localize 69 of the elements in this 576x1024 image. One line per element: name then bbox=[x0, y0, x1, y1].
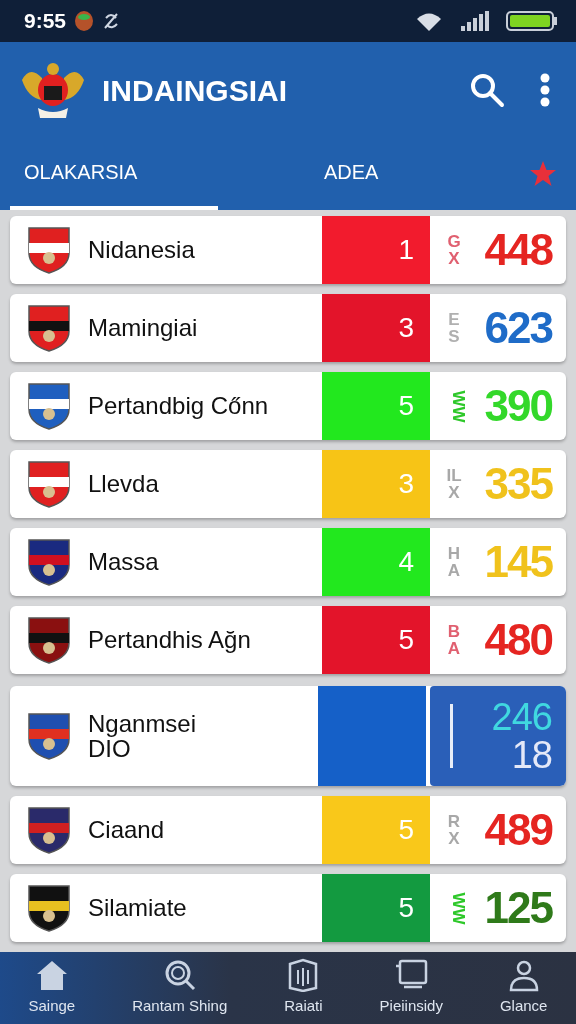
team-row[interactable]: Nganmsei DIO 246 18 bbox=[10, 686, 566, 786]
score: 145 bbox=[484, 540, 552, 584]
clock: 9:55 bbox=[24, 8, 67, 35]
letter-code: H A bbox=[446, 545, 462, 579]
nav-tab[interactable]: Rantam Shing bbox=[128, 956, 232, 1020]
tab[interactable]: OLAKARSIA bbox=[10, 138, 218, 210]
score: 480 bbox=[484, 618, 552, 662]
tab[interactable]: ADEA bbox=[310, 138, 510, 210]
rank-badge: 5 bbox=[322, 606, 430, 674]
score: 448 bbox=[484, 228, 552, 272]
team-name: Pertandbig Cőnn bbox=[88, 393, 269, 419]
crest-icon bbox=[26, 225, 72, 275]
letter-code: WW bbox=[449, 389, 467, 423]
crest-icon bbox=[26, 303, 72, 353]
rank-badge: 1 bbox=[322, 216, 430, 284]
score: 246 bbox=[491, 698, 552, 736]
rank-badge: 5 bbox=[322, 372, 430, 440]
team-row[interactable]: Massa 4 H A 145 bbox=[10, 528, 566, 596]
crest-icon bbox=[26, 381, 72, 431]
letter-code: G X bbox=[446, 233, 462, 267]
score: 390 bbox=[484, 384, 552, 428]
letter-code: B A bbox=[446, 623, 462, 657]
emblem-icon bbox=[20, 60, 86, 120]
team-row[interactable]: Ciaand 5 R X 489 bbox=[10, 796, 566, 864]
team-name: Mamingiai bbox=[88, 315, 198, 341]
score: 125 bbox=[484, 886, 552, 930]
rank-badge: 4 bbox=[322, 528, 430, 596]
letter-code: IL X bbox=[445, 467, 463, 501]
nav-tab[interactable]: Pieiinsidy bbox=[375, 956, 447, 1020]
team-name: Ciaand bbox=[88, 817, 165, 843]
rank-badge: 3 bbox=[322, 450, 430, 518]
score: 489 bbox=[484, 808, 552, 852]
team-name: Pertandhis Ağn bbox=[88, 627, 251, 653]
team-row[interactable]: Llevda 3 IL X 335 bbox=[10, 450, 566, 518]
team-name: Silamiate bbox=[88, 895, 187, 921]
letter-code: E S bbox=[447, 311, 461, 345]
signal-icon bbox=[460, 10, 490, 32]
crest-icon bbox=[26, 459, 72, 509]
team-row[interactable]: Pertandhis Ağn 5 B A 480 bbox=[10, 606, 566, 674]
nav-tab[interactable]: Glance bbox=[495, 956, 552, 1020]
rank-badge: 5 bbox=[322, 874, 430, 942]
crest-icon bbox=[26, 883, 72, 933]
rank-badge: 3 bbox=[322, 294, 430, 362]
team-row[interactable]: Mamingiai 3 E S 623 bbox=[10, 294, 566, 362]
team-name: Nganmsei DIO bbox=[88, 710, 197, 762]
team-row[interactable]: Pertandbig Cőnn 5 WW 390 bbox=[10, 372, 566, 440]
nav-tab[interactable]: Sainge bbox=[24, 956, 80, 1020]
score: 623 bbox=[484, 306, 552, 350]
battery-icon bbox=[506, 10, 558, 32]
team-row[interactable]: Silamiate 5 WW 125 bbox=[10, 874, 566, 942]
rank-badge: 5 bbox=[322, 796, 430, 864]
score: 335 bbox=[484, 462, 552, 506]
score: 18 bbox=[511, 736, 552, 774]
letter-code: R X bbox=[446, 813, 462, 847]
crest-icon bbox=[26, 615, 72, 665]
team-name: Massa bbox=[88, 549, 159, 575]
crest-icon bbox=[26, 537, 72, 587]
team-name: Nidanesia bbox=[88, 237, 195, 263]
letter-code: WW bbox=[449, 891, 467, 925]
more-icon bbox=[539, 72, 551, 108]
notification-icon bbox=[74, 10, 95, 32]
nav-tab[interactable]: Raiati bbox=[280, 956, 327, 1020]
star-icon bbox=[529, 160, 557, 188]
team-name: Llevda bbox=[88, 471, 159, 497]
team-row[interactable]: Nidanesia 1 G X 448 bbox=[10, 216, 566, 284]
search-icon bbox=[469, 72, 505, 108]
app-title: INDAINGSIAI bbox=[102, 72, 287, 109]
crest-icon bbox=[26, 711, 72, 761]
crest-icon bbox=[26, 805, 72, 855]
